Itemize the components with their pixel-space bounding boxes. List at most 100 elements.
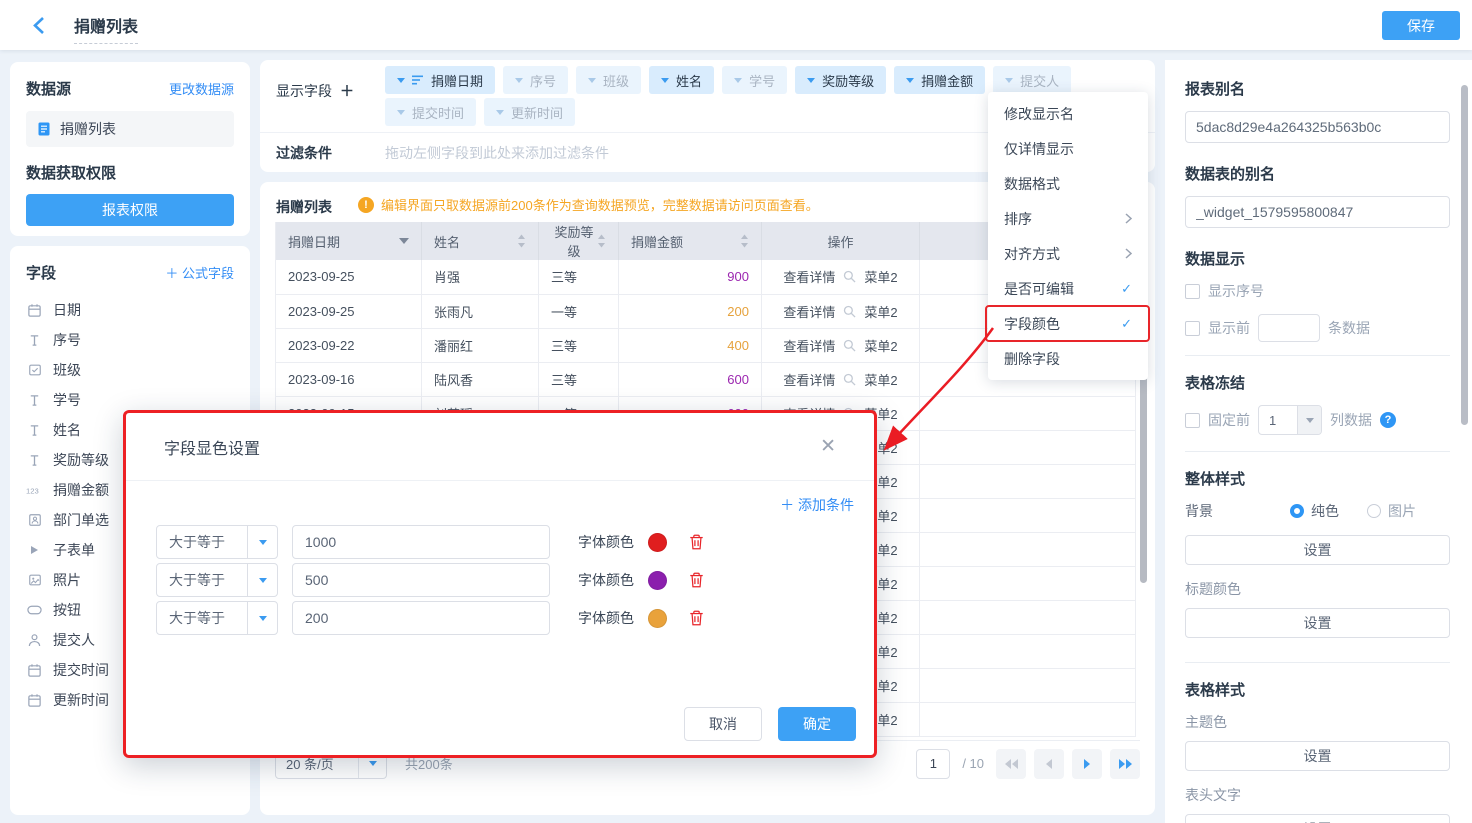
- color-swatch[interactable]: [648, 533, 667, 552]
- cell-blank: [920, 396, 1136, 430]
- display-field-chip[interactable]: 班级: [576, 66, 641, 94]
- view-detail-link[interactable]: 查看详情: [783, 267, 835, 286]
- menu-item[interactable]: 对齐方式: [988, 236, 1148, 271]
- condition-row: 大于等于字体颜色: [156, 563, 704, 597]
- fields-title: 字段: [26, 262, 56, 283]
- delete-condition-icon[interactable]: [689, 572, 704, 588]
- cancel-button[interactable]: 取消: [684, 707, 762, 741]
- cell-grade: 三等: [539, 328, 619, 362]
- menu-item[interactable]: 字段颜色✓: [988, 306, 1148, 341]
- add-display-field-button[interactable]: ＋: [340, 81, 354, 101]
- nav-first-button[interactable]: [996, 749, 1026, 779]
- condition-row: 大于等于字体颜色: [156, 601, 704, 635]
- color-swatch[interactable]: [648, 571, 667, 590]
- view-detail-link[interactable]: 查看详情: [783, 370, 835, 389]
- title-color-setting-button[interactable]: 设置: [1185, 608, 1450, 638]
- operator-select[interactable]: 大于等于: [156, 525, 278, 559]
- field-item[interactable]: 日期: [26, 295, 234, 325]
- confirm-button[interactable]: 确定: [778, 707, 856, 741]
- menu-item[interactable]: 数据格式: [988, 166, 1148, 201]
- display-field-chip[interactable]: 学号: [722, 66, 787, 94]
- menu2-link[interactable]: 菜单2: [864, 267, 897, 286]
- menu-item[interactable]: 删除字段: [988, 341, 1148, 376]
- menu2-link[interactable]: 菜单2: [864, 370, 897, 389]
- datasource-title: 数据源: [26, 78, 71, 99]
- view-detail-link[interactable]: 查看详情: [783, 336, 835, 355]
- top-bar: 捐赠列表 保存: [0, 0, 1472, 50]
- bg-image-radio[interactable]: [1367, 504, 1381, 518]
- change-datasource-link[interactable]: 更改数据源: [169, 79, 234, 98]
- operator-select[interactable]: 大于等于: [156, 601, 278, 635]
- check-icon: ✓: [1121, 316, 1132, 332]
- view-detail-link[interactable]: 查看详情: [783, 302, 835, 321]
- display-field-chip[interactable]: 更新时间: [484, 98, 575, 126]
- display-field-chip[interactable]: 捐赠金额: [894, 66, 985, 94]
- freeze-count-select[interactable]: 1: [1258, 405, 1322, 435]
- header-text-setting-button[interactable]: 设置: [1185, 814, 1450, 823]
- page-title: 捐赠列表: [74, 13, 138, 44]
- page-number-input[interactable]: [916, 749, 950, 779]
- background-setting-button[interactable]: 设置: [1185, 535, 1450, 565]
- nav-next-button[interactable]: [1072, 749, 1102, 779]
- add-formula-field-link[interactable]: ＋ 公式字段: [165, 263, 234, 282]
- threshold-input[interactable]: [292, 563, 550, 597]
- display-field-chip[interactable]: 捐赠日期: [385, 66, 495, 94]
- chevron-right-icon: [1125, 248, 1132, 259]
- menu-item[interactable]: 排序: [988, 201, 1148, 236]
- display-field-chip[interactable]: 姓名: [649, 66, 714, 94]
- column-header[interactable]: 捐赠日期: [276, 222, 422, 260]
- table-alias-input[interactable]: [1185, 196, 1450, 228]
- cell-name: 张雨凡: [422, 294, 539, 328]
- nav-last-button[interactable]: [1110, 749, 1140, 779]
- threshold-input[interactable]: [292, 601, 550, 635]
- bg-solid-radio[interactable]: [1290, 504, 1304, 518]
- search-icon[interactable]: [843, 270, 856, 283]
- field-item[interactable]: 序号: [26, 325, 234, 355]
- menu2-link[interactable]: 菜单2: [864, 302, 897, 321]
- report-permission-button[interactable]: 报表权限: [26, 194, 234, 226]
- cell-amount: 900: [619, 260, 762, 294]
- save-button[interactable]: 保存: [1382, 11, 1460, 40]
- show-first-count-input[interactable]: [1258, 314, 1320, 342]
- display-field-chip[interactable]: 提交人: [993, 66, 1071, 94]
- chevron-down-icon: [1297, 406, 1321, 434]
- chevron-down-icon: [397, 110, 405, 115]
- show-index-checkbox[interactable]: [1185, 284, 1200, 299]
- show-first-checkbox[interactable]: [1185, 321, 1200, 336]
- operator-select[interactable]: 大于等于: [156, 563, 278, 597]
- add-condition-link[interactable]: ＋ 添加条件: [780, 495, 854, 515]
- menu-item[interactable]: 修改显示名: [988, 96, 1148, 131]
- nav-prev-button[interactable]: [1034, 749, 1064, 779]
- threshold-input[interactable]: [292, 525, 550, 559]
- display-field-chip[interactable]: 提交时间: [385, 98, 476, 126]
- column-header[interactable]: 捐赠金额: [619, 222, 762, 260]
- field-label: 子表单: [53, 540, 95, 560]
- menu2-link[interactable]: 菜单2: [864, 336, 897, 355]
- chevron-down-icon: [807, 78, 815, 83]
- freeze-checkbox[interactable]: [1185, 413, 1200, 428]
- display-field-chip[interactable]: 序号: [503, 66, 568, 94]
- menu-item[interactable]: 仅详情显示: [988, 131, 1148, 166]
- theme-color-setting-button[interactable]: 设置: [1185, 741, 1450, 771]
- color-swatch[interactable]: [648, 609, 667, 628]
- display-field-chip[interactable]: 奖励等级: [795, 66, 886, 94]
- datasource-item[interactable]: 捐赠列表: [26, 111, 234, 147]
- close-icon[interactable]: ✕: [820, 437, 836, 456]
- text-icon: [26, 424, 43, 437]
- background-label: 背景: [1185, 501, 1290, 521]
- search-icon[interactable]: [843, 305, 856, 318]
- column-header[interactable]: 奖励等级: [539, 222, 619, 260]
- pagination-nav: [996, 749, 1140, 779]
- panel-scrollbar[interactable]: [1461, 85, 1468, 425]
- search-icon[interactable]: [843, 339, 856, 352]
- search-icon[interactable]: [843, 373, 856, 386]
- report-alias-input[interactable]: [1185, 111, 1450, 143]
- field-item[interactable]: 班级: [26, 355, 234, 385]
- column-header[interactable]: 姓名: [422, 222, 539, 260]
- help-icon[interactable]: [1380, 412, 1396, 428]
- delete-condition-icon[interactable]: [689, 534, 704, 550]
- back-button[interactable]: [32, 15, 52, 35]
- freeze-row: 固定前 1 列数据: [1185, 405, 1450, 435]
- menu-item[interactable]: 是否可编辑✓: [988, 271, 1148, 306]
- delete-condition-icon[interactable]: [689, 610, 704, 626]
